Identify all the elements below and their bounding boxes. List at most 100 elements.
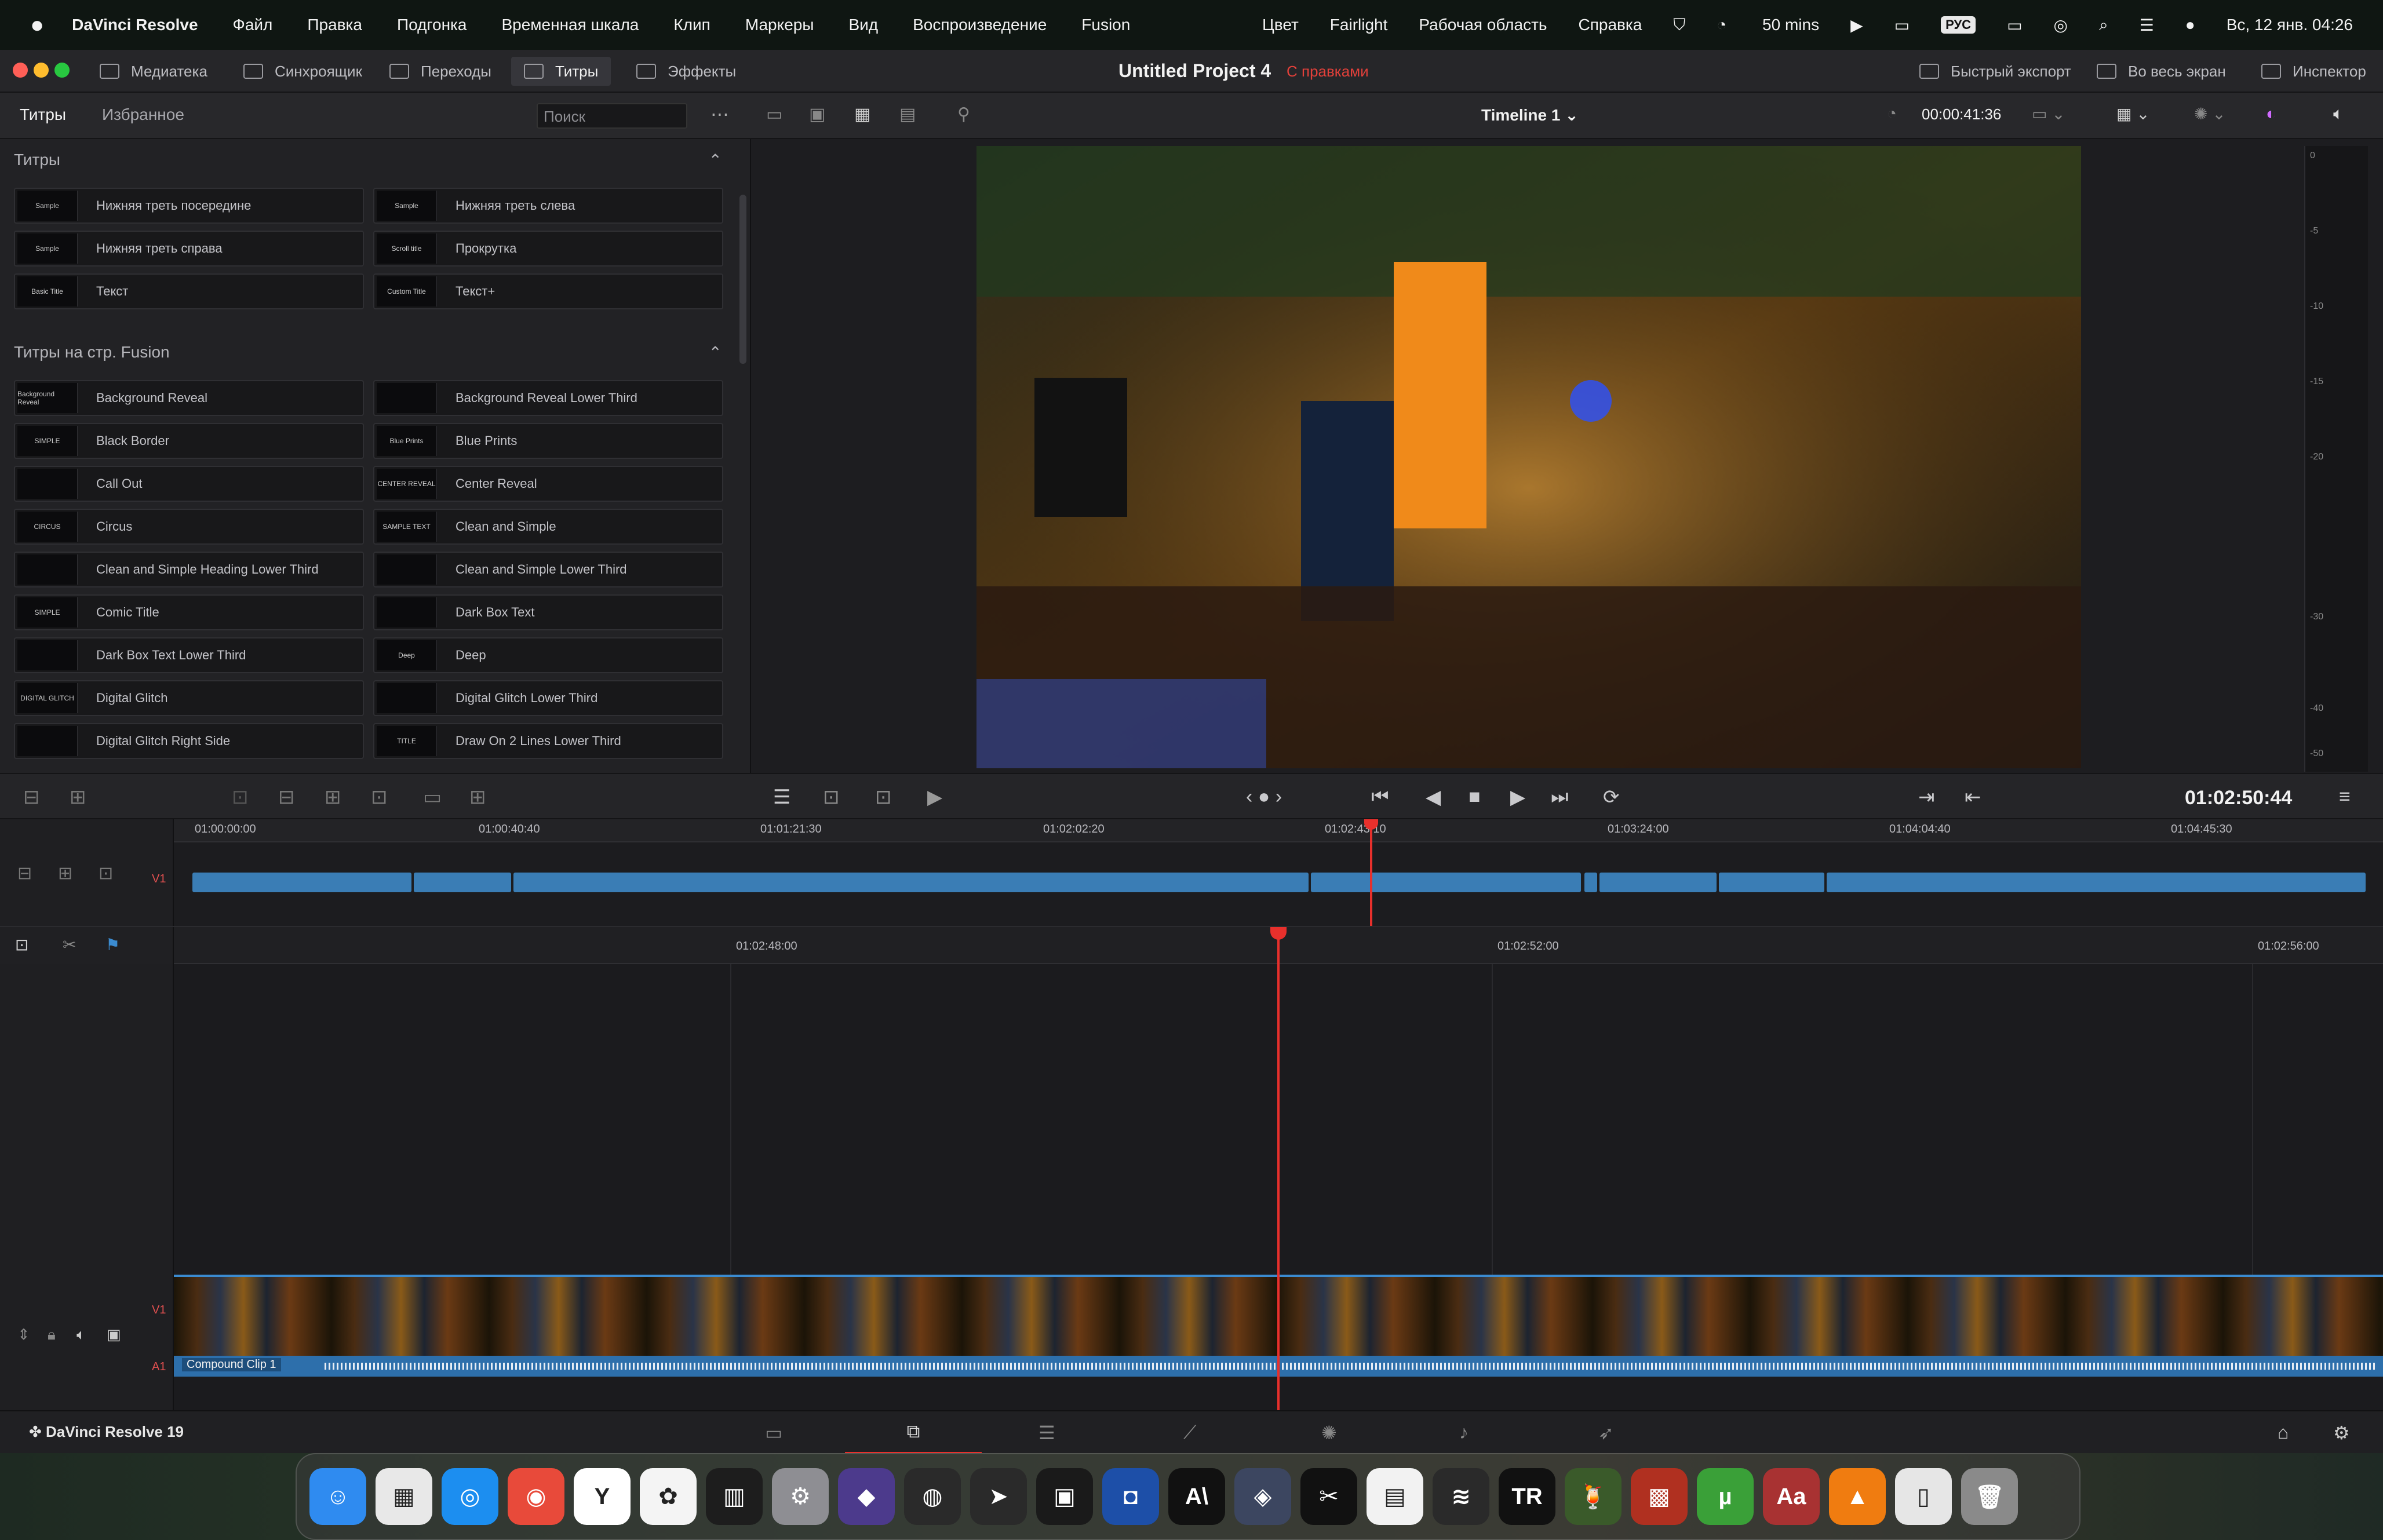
snapping-icon[interactable]: ⊡ (15, 935, 28, 954)
section-titles-header[interactable]: Титры ⌃ (0, 141, 736, 177)
timeline-clip[interactable] (1719, 873, 1824, 892)
stop-icon[interactable]: ■ (1469, 786, 1481, 808)
photo-booth-dock-icon[interactable]: ▩ (1631, 1468, 1688, 1525)
telegram-dock-icon[interactable]: ➤ (970, 1468, 1027, 1525)
menu-playback[interactable]: Воспроизведение (913, 16, 1047, 34)
media-page-icon[interactable]: ▭ (765, 1422, 782, 1444)
append-icon[interactable]: ⊡ (371, 786, 388, 809)
timeline-selector[interactable]: Timeline 1 ⌄ (1481, 105, 1579, 125)
overwrite-clip-icon[interactable]: ⊞ (70, 786, 86, 809)
search-input[interactable]: Поиск (537, 103, 687, 129)
playhead[interactable] (1370, 819, 1372, 926)
playhead[interactable] (1277, 927, 1280, 1414)
place-on-top-icon[interactable]: ⊞ (325, 786, 341, 809)
battery-icon[interactable]: ▭ (2007, 16, 2022, 35)
fusion-title-item[interactable]: Background Reveal Background Reveal (14, 380, 364, 416)
view-mode-icon[interactable]: ▣ (809, 104, 825, 125)
menu-clip[interactable]: Клип (673, 16, 710, 34)
menu-file[interactable]: Файл (233, 16, 273, 34)
tr-app-dock-icon[interactable]: TR (1499, 1468, 1555, 1525)
fusion-title-item[interactable]: Blue Prints Blue Prints (373, 423, 723, 459)
yandex-dock-icon[interactable]: Y (574, 1468, 631, 1525)
menu-workspace[interactable]: Рабочая область (1419, 16, 1547, 34)
title-item[interactable]: Custom Title Текст+ (373, 273, 723, 309)
menu-icon[interactable]: ≡ (2339, 786, 2351, 808)
close-window-button[interactable] (13, 63, 28, 78)
poi-out-icon[interactable]: ⊡ (875, 786, 892, 809)
view-mode-icon[interactable]: ▤ (899, 104, 916, 125)
search-icon[interactable]: ⌕ (2099, 16, 2108, 35)
quick-export-button[interactable]: Быстрый экспорт (1907, 57, 2084, 86)
fusion-title-item[interactable]: Clean and Simple Heading Lower Third (14, 552, 364, 587)
chrome-dock-icon[interactable]: ◉ (508, 1468, 564, 1525)
fusion-title-item[interactable]: SAMPLE TEXT Clean and Simple (373, 509, 723, 545)
cut-page-icon[interactable]: ⧉ (845, 1411, 982, 1454)
mark-out-icon[interactable]: ⇤ (1965, 786, 1981, 809)
timeline-clip[interactable] (414, 873, 511, 892)
ripple-overwrite-icon[interactable]: ▭ (423, 786, 442, 809)
deliver-page-icon[interactable]: ➶ (1598, 1422, 1614, 1444)
playback-settings-icon[interactable]: ▦ ⌄ (2116, 104, 2150, 123)
poi-in-icon[interactable]: ⊡ (823, 786, 840, 809)
menu-color[interactable]: Цвет (1262, 16, 1299, 34)
replace-clip-icon[interactable]: ⊡ (232, 786, 249, 809)
color-page-icon[interactable]: ✺ (1321, 1422, 1337, 1444)
fusion-title-item[interactable]: Digital Glitch Right Side (14, 723, 364, 759)
tab-favorites[interactable]: Избранное (102, 105, 184, 124)
upper-timeline[interactable]: ⊟ ⊞ ⊡ V1 01:00:00:00 01:00:40:40 01:01:2… (0, 819, 2383, 926)
title-item[interactable]: Sample Нижняя треть посередине (14, 188, 364, 224)
fairlight-page-icon[interactable]: ♪ (1459, 1422, 1469, 1443)
menu-trim[interactable]: Подгонка (397, 16, 467, 34)
zoom-window-button[interactable] (54, 63, 70, 78)
davinci-resolve-dock-icon[interactable]: ◈ (1234, 1468, 1291, 1525)
fusion-title-item[interactable]: Dark Box Text Lower Third (14, 637, 364, 673)
speaker-icon[interactable]: 🔈︎ (2333, 104, 2344, 124)
waveform-app-dock-icon[interactable]: ≋ (1433, 1468, 1489, 1525)
title-item[interactable]: Sample Нижняя треть слева (373, 188, 723, 224)
titles-scrollbar[interactable] (739, 195, 746, 364)
menu-clock[interactable]: Вс, 12 янв. 04:26 (2227, 16, 2353, 34)
play-circle-icon[interactable]: ▶ (1850, 16, 1863, 35)
prev-clip-icon[interactable]: ‹ ● › (1246, 786, 1282, 808)
fusion-title-item[interactable]: Dark Box Text (373, 594, 723, 630)
control-center-icon[interactable]: ☰ (2140, 16, 2154, 35)
source-tape-icon[interactable]: ▶ (927, 786, 942, 809)
timeline-clip[interactable] (1827, 873, 2366, 892)
fullscreen-button[interactable]: Во весь экран (2084, 57, 2239, 86)
fusion-title-item[interactable]: CIRCUS Circus (14, 509, 364, 545)
track-move-icon[interactable]: ⇕ (17, 1326, 30, 1344)
fit-to-fill-icon[interactable]: ⊟ (278, 786, 295, 809)
minimize-window-button[interactable] (34, 63, 49, 78)
obsidian-dock-icon[interactable]: ◆ (838, 1468, 895, 1525)
menu-view[interactable]: Вид (848, 16, 878, 34)
timeline-clip[interactable] (513, 873, 1309, 892)
tab-sync-bin[interactable]: Синхроящик (231, 57, 375, 86)
cube-app-dock-icon[interactable]: ▣ (1036, 1468, 1093, 1525)
speaker-icon[interactable]: 🔈︎ (76, 1326, 86, 1344)
photos-dock-icon[interactable]: ✿ (640, 1468, 697, 1525)
fusion-title-item[interactable]: Deep Deep (373, 637, 723, 673)
fusion-title-item[interactable]: Background Reveal Lower Third (373, 380, 723, 416)
close-up-icon[interactable]: ⊞ (469, 786, 486, 809)
play-icon[interactable]: ▶ (1510, 786, 1525, 809)
drink-app-dock-icon[interactable]: 🍹 (1565, 1468, 1622, 1525)
safari-dock-icon[interactable]: ◎ (442, 1468, 498, 1525)
screens-icon[interactable]: ▭ (1894, 16, 1910, 35)
upper-ruler[interactable]: 01:00:00:00 01:00:40:40 01:01:21:30 01:0… (174, 819, 2383, 842)
viewer-size-icon[interactable]: ▭ ⌄ (2032, 104, 2065, 123)
capcut-dock-icon[interactable]: ✂ (1300, 1468, 1357, 1525)
airplay-icon[interactable]: ◎ (2054, 16, 2068, 35)
tab-transitions[interactable]: Переходы (377, 57, 504, 86)
view-mode-icon[interactable]: ▦ (854, 104, 870, 125)
view-mode-icon[interactable]: ▭ (766, 104, 782, 125)
menu-app-name[interactable]: DaVinci Resolve (72, 16, 198, 34)
inspector-button[interactable]: Инспектор (2249, 57, 2379, 86)
finder-dock-icon[interactable]: ☺ (309, 1468, 366, 1525)
go-to-end-icon[interactable]: ⏭ (1551, 786, 1569, 808)
fusion-title-item[interactable]: SIMPLE Comic Title (14, 594, 364, 630)
timer-icon[interactable]: ◔ 50 mins (1717, 16, 1819, 34)
cinema-app-dock-icon[interactable]: ◍ (904, 1468, 961, 1525)
menu-fusion[interactable]: Fusion (1081, 16, 1130, 34)
track-tool-icon[interactable]: ⊞ (58, 863, 72, 884)
ai-app-dock-icon[interactable]: A\ (1168, 1468, 1225, 1525)
